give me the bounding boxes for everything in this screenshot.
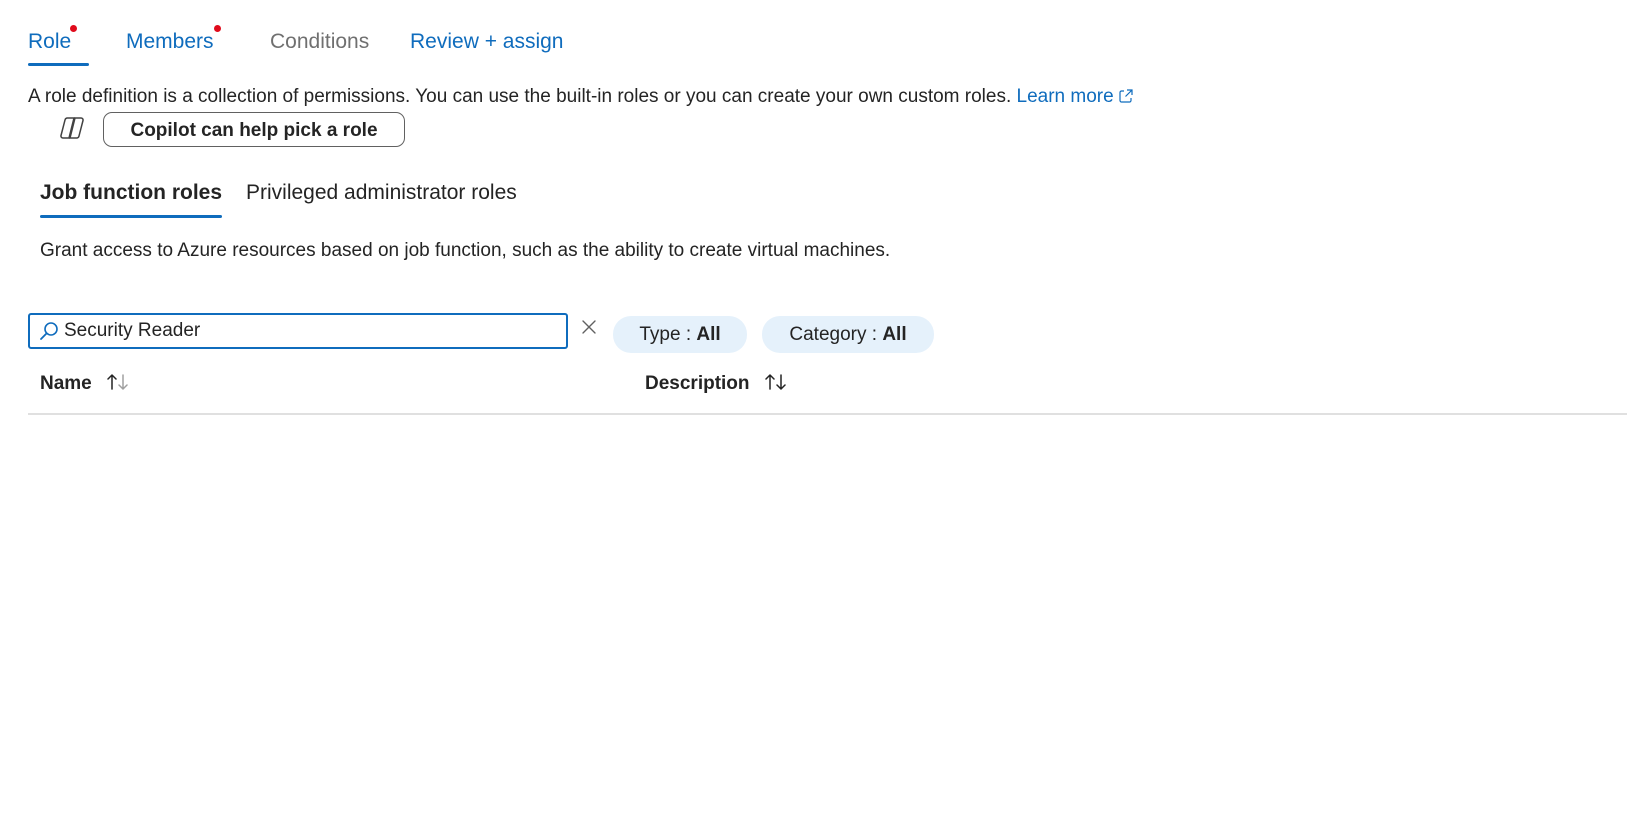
role-type-description: Grant access to Azure resources based on…: [40, 240, 891, 261]
tab-review-assign-label: Review + assign: [410, 30, 564, 53]
tab-members-label: Members: [126, 30, 214, 53]
tab-job-function-roles-label: Job function roles: [40, 181, 223, 204]
required-indicator: [214, 25, 221, 32]
tab-privileged-admin-roles[interactable]: Privileged administrator roles: [246, 176, 517, 218]
active-tab-underline: [28, 63, 90, 66]
tab-members[interactable]: Members: [126, 22, 221, 66]
type-filter-pill[interactable]: Type : All: [613, 316, 747, 353]
column-header-name[interactable]: Name: [40, 372, 131, 395]
learn-more-link[interactable]: Learn more: [1017, 86, 1134, 107]
intro-text: A role definition is a collection of per…: [28, 86, 1134, 108]
search-icon: [40, 322, 58, 340]
type-filter-value: All: [696, 324, 721, 345]
tab-conditions[interactable]: Conditions: [270, 22, 369, 66]
table-header-divider: [28, 413, 1627, 415]
search-input[interactable]: [64, 317, 554, 345]
close-icon[interactable]: [580, 318, 598, 336]
sort-arrows-icon: [765, 374, 786, 390]
tab-conditions-label: Conditions: [270, 30, 370, 53]
category-filter-label: Category :: [789, 324, 883, 345]
copilot-help-button[interactable]: Copilot can help pick a role: [103, 112, 405, 147]
search-box[interactable]: [28, 313, 568, 349]
active-tab-underline: [40, 215, 223, 218]
intro-description: A role definition is a collection of per…: [28, 86, 1012, 107]
sort-arrows-icon: [107, 374, 128, 390]
external-link-icon: [1119, 89, 1133, 103]
tab-role[interactable]: Role: [28, 22, 90, 66]
tab-job-function-roles[interactable]: Job function roles: [40, 176, 223, 218]
tab-privileged-admin-roles-label: Privileged administrator roles: [246, 181, 517, 204]
type-filter-label: Type :: [639, 324, 697, 345]
column-header-description[interactable]: Description: [645, 372, 789, 395]
tab-role-label: Role: [28, 30, 72, 53]
required-indicator: [70, 25, 77, 32]
category-filter-value: All: [882, 324, 907, 345]
column-header-description-label: Description: [645, 373, 750, 394]
role-assignment-page: Role Members Conditions Review + assign …: [0, 0, 1627, 816]
category-filter-pill[interactable]: Category : All: [762, 316, 934, 353]
learn-more-label: Learn more: [1016, 86, 1114, 107]
tab-review-assign[interactable]: Review + assign: [410, 22, 564, 66]
column-header-name-label: Name: [40, 373, 92, 394]
copilot-icon: [60, 117, 84, 139]
